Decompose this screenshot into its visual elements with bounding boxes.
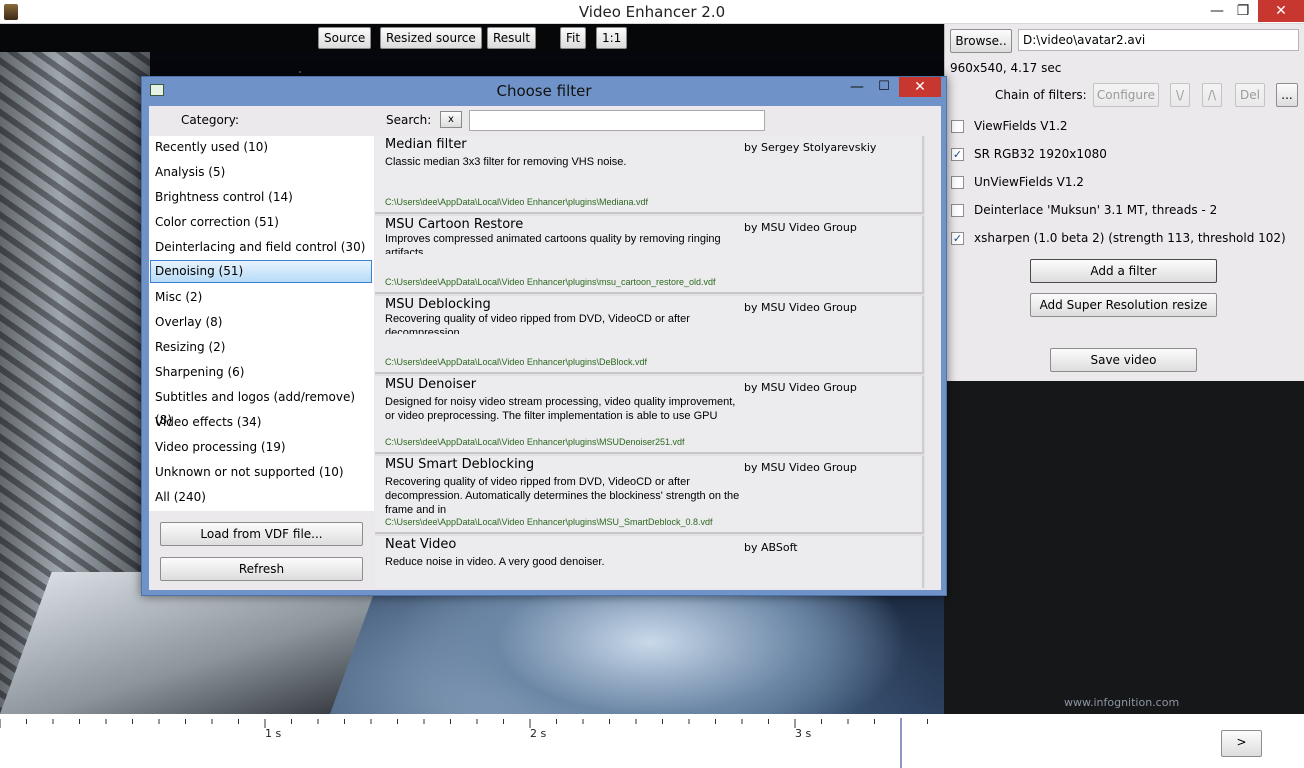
chain-item[interactable]: ✓ xsharpen (1.0 beta 2) (strength 113, th…: [951, 230, 1286, 248]
play-button[interactable]: >: [1221, 730, 1262, 757]
category-item[interactable]: Brightness control (14): [150, 186, 372, 209]
filter-author: by Sergey Stolyarevskiy: [744, 141, 877, 154]
add-super-resolution-resize-button[interactable]: Add Super Resolution resize: [1030, 293, 1217, 317]
view-toolbar: Source Resized source Result Fit 1:1: [0, 24, 944, 52]
video-info: 960x540, 4.17 sec: [950, 61, 1062, 75]
filter-author: by MSU Video Group: [744, 461, 857, 474]
choose-filter-dialog: Choose filter — ☐ ✕ Category: Search: x …: [141, 76, 947, 596]
category-item[interactable]: Resizing (2): [150, 336, 372, 359]
timeline-tick-label: 2 s: [530, 727, 546, 740]
filter-name: Neat Video: [385, 537, 457, 552]
chain-item[interactable]: ✓ SR RGB32 1920x1080: [951, 146, 1107, 164]
category-item[interactable]: Recently used (10): [150, 136, 372, 159]
filter-item[interactable]: Neat Video by ABSoft Reduce noise in vid…: [375, 536, 924, 588]
filter-description: Classic median 3x3 filter for removing V…: [385, 156, 627, 168]
filter-author: by ABSoft: [744, 541, 798, 554]
chain-checkbox[interactable]: ✓: [951, 148, 964, 161]
search-label: Search:: [386, 113, 432, 127]
move-up-button[interactable]: /\: [1202, 83, 1222, 107]
category-item[interactable]: Misc (2): [150, 286, 372, 309]
category-item[interactable]: Color correction (51): [150, 211, 372, 234]
filter-description: Designed for noisy video stream processi…: [385, 396, 736, 422]
load-vdf-button[interactable]: Load from VDF file...: [160, 522, 363, 546]
category-item-selected[interactable]: Denoising (51): [150, 260, 372, 283]
filter-description: Recovering quality of video ripped from …: [385, 476, 740, 515]
timeline-tick-label: 1 s: [265, 727, 281, 740]
dialog-close-button[interactable]: ✕: [899, 77, 941, 97]
maximize-button[interactable]: ❐: [1226, 0, 1260, 22]
category-item[interactable]: Subtitles and logos (add/remove) (8): [150, 386, 372, 427]
save-video-button[interactable]: Save video: [1050, 348, 1197, 372]
chain-item[interactable]: UnViewFields V1.2: [951, 174, 1084, 192]
filter-item[interactable]: MSU Denoiser by MSU Video Group Designed…: [375, 376, 924, 454]
filter-list[interactable]: Median filter by Sergey Stolyarevskiy Cl…: [375, 136, 925, 588]
close-button[interactable]: ✕: [1258, 0, 1304, 22]
filter-author: by MSU Video Group: [744, 381, 857, 394]
category-item[interactable]: Deinterlacing and field control (30): [150, 236, 372, 259]
filter-item[interactable]: MSU Cartoon Restore by MSU Video Group I…: [375, 216, 924, 294]
category-item[interactable]: Analysis (5): [150, 161, 372, 184]
category-item[interactable]: Video effects (34): [150, 411, 372, 434]
category-item[interactable]: Sharpening (6): [150, 361, 372, 384]
move-down-button[interactable]: \/: [1170, 83, 1190, 107]
source-view-button[interactable]: Source: [318, 27, 372, 49]
filter-description: Recovering quality of video ripped from …: [385, 313, 690, 334]
filter-name: Median filter: [385, 137, 467, 152]
add-filter-button[interactable]: Add a filter: [1030, 259, 1217, 283]
filter-name: MSU Cartoon Restore: [385, 217, 524, 232]
filter-description: Reduce noise in video. A very good denoi…: [385, 556, 605, 568]
filter-name: MSU Deblocking: [385, 297, 491, 312]
filter-path: C:\Users\dee\AppData\Local\Video Enhance…: [385, 197, 648, 207]
right-panel-background: [944, 381, 1304, 714]
dialog-minimize-button[interactable]: —: [842, 79, 872, 95]
resized-source-view-button[interactable]: Resized source: [380, 27, 482, 49]
filter-path: C:\Users\dee\AppData\Local\Video Enhance…: [385, 517, 713, 527]
chain-checkbox[interactable]: [951, 176, 964, 189]
refresh-button[interactable]: Refresh: [160, 557, 363, 581]
category-item[interactable]: Unknown or not supported (10): [150, 461, 372, 484]
window-title: Video Enhancer 2.0: [578, 3, 726, 21]
chain-checkbox[interactable]: [951, 120, 964, 133]
configure-button[interactable]: Configure: [1093, 83, 1159, 107]
main-title-bar: Video Enhancer 2.0 — ❐ ✕: [0, 0, 1304, 24]
filter-description: Improves compressed animated cartoons qu…: [385, 233, 721, 254]
browse-button[interactable]: Browse..: [950, 29, 1012, 53]
filter-item[interactable]: MSU Deblocking by MSU Video Group Recove…: [375, 296, 924, 374]
search-clear-button[interactable]: x: [440, 111, 462, 128]
category-item[interactable]: Video processing (19): [150, 436, 372, 459]
one-to-one-button[interactable]: 1:1: [596, 27, 628, 49]
filter-name: MSU Denoiser: [385, 377, 477, 392]
category-item[interactable]: All (240): [150, 486, 372, 509]
filter-path: C:\Users\dee\AppData\Local\Video Enhance…: [385, 437, 685, 447]
search-input[interactable]: [469, 110, 765, 131]
fit-button[interactable]: Fit: [560, 27, 587, 49]
category-label: Category:: [181, 113, 239, 127]
filter-path: C:\Users\dee\AppData\Local\Video Enhance…: [385, 277, 716, 287]
timeline-ruler[interactable]: 1 s2 s3 s4 s: [0, 714, 944, 768]
filter-item[interactable]: MSU Smart Deblocking by MSU Video Group …: [375, 456, 924, 534]
filter-chain-panel: Browse.. 960x540, 4.17 sec Chain of filt…: [944, 24, 1304, 381]
filter-author: by MSU Video Group: [744, 221, 857, 234]
chain-checkbox[interactable]: [951, 204, 964, 217]
chain-item[interactable]: ViewFields V1.2: [951, 118, 1068, 136]
dialog-title-bar[interactable]: Choose filter — ☐ ✕: [142, 77, 946, 105]
filter-item[interactable]: Median filter by Sergey Stolyarevskiy Cl…: [375, 136, 924, 214]
category-item[interactable]: Overlay (8): [150, 311, 372, 334]
watermark: www.infognition.com: [1064, 696, 1180, 709]
filter-path: C:\Users\dee\AppData\Local\Video Enhance…: [385, 357, 647, 367]
filter-name: MSU Smart Deblocking: [385, 457, 535, 472]
delete-button[interactable]: Del: [1235, 83, 1265, 107]
dialog-title: Choose filter: [496, 82, 592, 100]
chain-of-filters-label: Chain of filters:: [995, 88, 1087, 102]
filter-author: by MSU Video Group: [744, 301, 857, 314]
category-list[interactable]: Recently used (10) Analysis (5) Brightne…: [149, 136, 374, 511]
timeline[interactable]: 1 s2 s3 s4 s >: [0, 714, 1304, 768]
result-view-button[interactable]: Result: [487, 27, 537, 49]
chain-item[interactable]: Deinterlace 'Muksun' 3.1 MT, threads - 2: [951, 202, 1217, 220]
file-path-field[interactable]: [1018, 29, 1299, 51]
dialog-maximize-button[interactable]: ☐: [869, 79, 899, 94]
timeline-tick-label: 3 s: [795, 727, 811, 740]
chain-checkbox[interactable]: ✓: [951, 232, 964, 245]
more-options-button[interactable]: ...: [1276, 83, 1298, 107]
